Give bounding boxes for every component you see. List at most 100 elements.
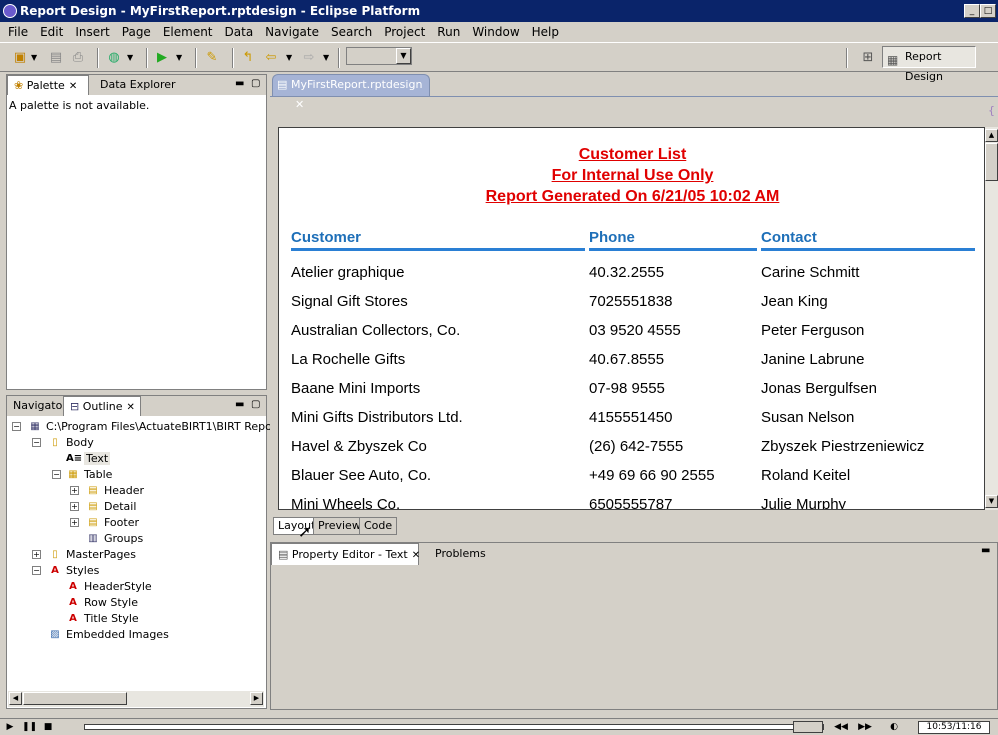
tab-outline[interactable]: ⊟ Outline ✕ [63, 396, 141, 416]
close-icon[interactable]: ✕ [412, 550, 420, 561]
tree-item-masterpages[interactable]: ▯ MasterPages [48, 547, 136, 563]
cell-contact: Peter Ferguson [761, 322, 865, 339]
forward-icon[interactable]: ⇨ [301, 50, 317, 66]
expand-masterpages-icon[interactable]: + [32, 550, 41, 559]
tree-item-headerstyle[interactable]: A HeaderStyle [66, 579, 152, 595]
menu-search[interactable]: Search [325, 25, 378, 39]
outline-horizontal-scrollbar[interactable]: ◀ ▶ [8, 691, 264, 707]
close-icon[interactable]: ✕ [295, 98, 304, 111]
tree-item-detail[interactable]: ▤ Detail [86, 499, 136, 515]
tab-preview[interactable]: Preview [313, 517, 366, 535]
web-dropdown-icon[interactable]: ▼ [127, 53, 133, 62]
tab-code[interactable]: Code [359, 517, 398, 535]
report-title-line-1[interactable]: Customer List [279, 146, 984, 164]
maximize-icon[interactable]: ▢ [251, 78, 260, 89]
column-header-phone[interactable]: Phone [589, 229, 635, 246]
cell-phone: 40.67.8555 [589, 351, 665, 368]
tree-item-rowstyle[interactable]: A Row Style [66, 595, 138, 611]
menu-window[interactable]: Window [466, 25, 525, 39]
menu-data[interactable]: Data [219, 25, 260, 39]
scroll-right-icon[interactable]: ▶ [250, 692, 263, 705]
chevron-down-icon[interactable]: ▼ [396, 48, 411, 64]
tree-item-header[interactable]: ▤ Header [86, 483, 144, 499]
new-dropdown-icon[interactable]: ▼ [31, 53, 37, 62]
save-icon[interactable]: ▤ [48, 50, 64, 66]
pencil-icon[interactable]: ✎ [204, 50, 220, 66]
volume-icon[interactable]: ◐ [887, 721, 901, 733]
zoom-combo[interactable]: ▼ [346, 47, 412, 65]
tree-item-text[interactable]: A≡ Text [66, 451, 111, 467]
scroll-left-icon[interactable]: ◀ [9, 692, 22, 705]
scroll-down-icon[interactable]: ▼ [985, 495, 998, 508]
play-icon[interactable]: ▶ [3, 721, 17, 733]
collapse-styles-icon[interactable]: − [32, 566, 41, 575]
report-title-line-3[interactable]: Report Generated On 6/21/05 10:02 AM [279, 188, 984, 206]
seek-thumb[interactable] [793, 721, 823, 733]
seek-bar[interactable] [84, 721, 824, 733]
report-file-icon: ▤ [277, 78, 288, 91]
minimize-icon[interactable]: ▬ [235, 78, 244, 89]
tab-data-explorer[interactable]: Data Explorer [94, 75, 182, 95]
new-icon[interactable]: ▣ [12, 50, 28, 66]
menu-run[interactable]: Run [431, 25, 466, 39]
back-icon[interactable]: ⇦ [263, 50, 279, 66]
tree-item-groups[interactable]: ▥ Groups [86, 531, 143, 547]
minimize-icon[interactable]: ▬ [235, 399, 244, 410]
maximize-icon[interactable]: ▢ [251, 399, 260, 410]
expand-header-icon[interactable]: + [70, 486, 79, 495]
tree-item-root[interactable]: ▦ C:\Program Files\ActuateBIRT1\BIRT Repo… [28, 419, 280, 435]
scroll-thumb[interactable] [985, 143, 998, 181]
rewind-icon[interactable]: ◀◀ [834, 721, 848, 733]
open-perspective-icon[interactable]: ⊞ [860, 50, 876, 66]
menu-element[interactable]: Element [157, 25, 219, 39]
menu-edit[interactable]: Edit [34, 25, 69, 39]
image-icon: ▨ [50, 629, 60, 640]
tab-myfirstreport[interactable]: ▤ MyFirstReport.rptdesign ✕ [272, 74, 430, 111]
column-header-customer[interactable]: Customer [291, 229, 361, 246]
last-edit-icon[interactable]: ↰ [240, 50, 256, 66]
close-icon[interactable]: ✕ [127, 402, 135, 413]
print-icon[interactable]: ⎙ [70, 50, 86, 66]
palette-icon: ❀ [14, 79, 24, 92]
tree-item-styles[interactable]: A Styles [48, 563, 99, 579]
expand-detail-icon[interactable]: + [70, 502, 79, 511]
editor-vertical-scrollbar[interactable]: ▲ ▼ [985, 127, 998, 510]
collapse-table-icon[interactable]: − [52, 470, 61, 479]
minimize-button[interactable]: _ [964, 4, 980, 18]
tab-problems[interactable]: Problems [429, 543, 492, 565]
tab-property-editor[interactable]: ▤ Property Editor - Text ✕ [271, 543, 420, 565]
menu-project[interactable]: Project [378, 25, 431, 39]
column-header-contact[interactable]: Contact [761, 229, 817, 246]
tree-item-body[interactable]: ▯ Body [48, 435, 94, 451]
perspective-report-design-button[interactable]: ▦ Report Design [882, 46, 976, 83]
tree-item-footer[interactable]: ▤ Footer [86, 515, 139, 531]
collapse-root-icon[interactable]: − [12, 422, 21, 431]
minimize-icon[interactable]: ▬ [981, 545, 990, 556]
forward-dropdown-icon[interactable]: ▼ [323, 53, 329, 62]
back-dropdown-icon[interactable]: ▼ [286, 53, 292, 62]
menu-help[interactable]: Help [526, 25, 565, 39]
report-layout-canvas[interactable]: Customer List For Internal Use Only Repo… [278, 127, 985, 510]
window-title: Report Design - MyFirstReport.rptdesign … [20, 4, 421, 18]
tree-item-table[interactable]: ▦ Table [66, 467, 112, 483]
tree-item-titlestyle[interactable]: A Title Style [66, 611, 139, 627]
menu-file[interactable]: File [2, 25, 34, 39]
web-icon[interactable]: ◍ [106, 50, 122, 66]
stop-icon[interactable]: ■ [41, 721, 55, 733]
tree-item-embedded-images[interactable]: ▨ Embedded Images [48, 627, 169, 643]
menu-page[interactable]: Page [116, 25, 157, 39]
close-icon[interactable]: ✕ [69, 81, 77, 92]
run-dropdown-icon[interactable]: ▼ [176, 53, 182, 62]
tab-palette[interactable]: ❀ Palette ✕ [7, 75, 89, 95]
menu-navigate[interactable]: Navigate [259, 25, 325, 39]
scroll-thumb[interactable] [23, 692, 127, 705]
menu-insert[interactable]: Insert [69, 25, 115, 39]
collapse-body-icon[interactable]: − [32, 438, 41, 447]
report-title-line-2[interactable]: For Internal Use Only [279, 167, 984, 185]
pause-icon[interactable]: ❚❚ [22, 721, 37, 733]
maximize-button[interactable]: □ [980, 4, 996, 18]
scroll-up-icon[interactable]: ▲ [985, 129, 998, 142]
expand-footer-icon[interactable]: + [70, 518, 79, 527]
run-icon[interactable]: ▶ [154, 50, 170, 66]
fast-forward-icon[interactable]: ▶▶ [858, 721, 872, 733]
